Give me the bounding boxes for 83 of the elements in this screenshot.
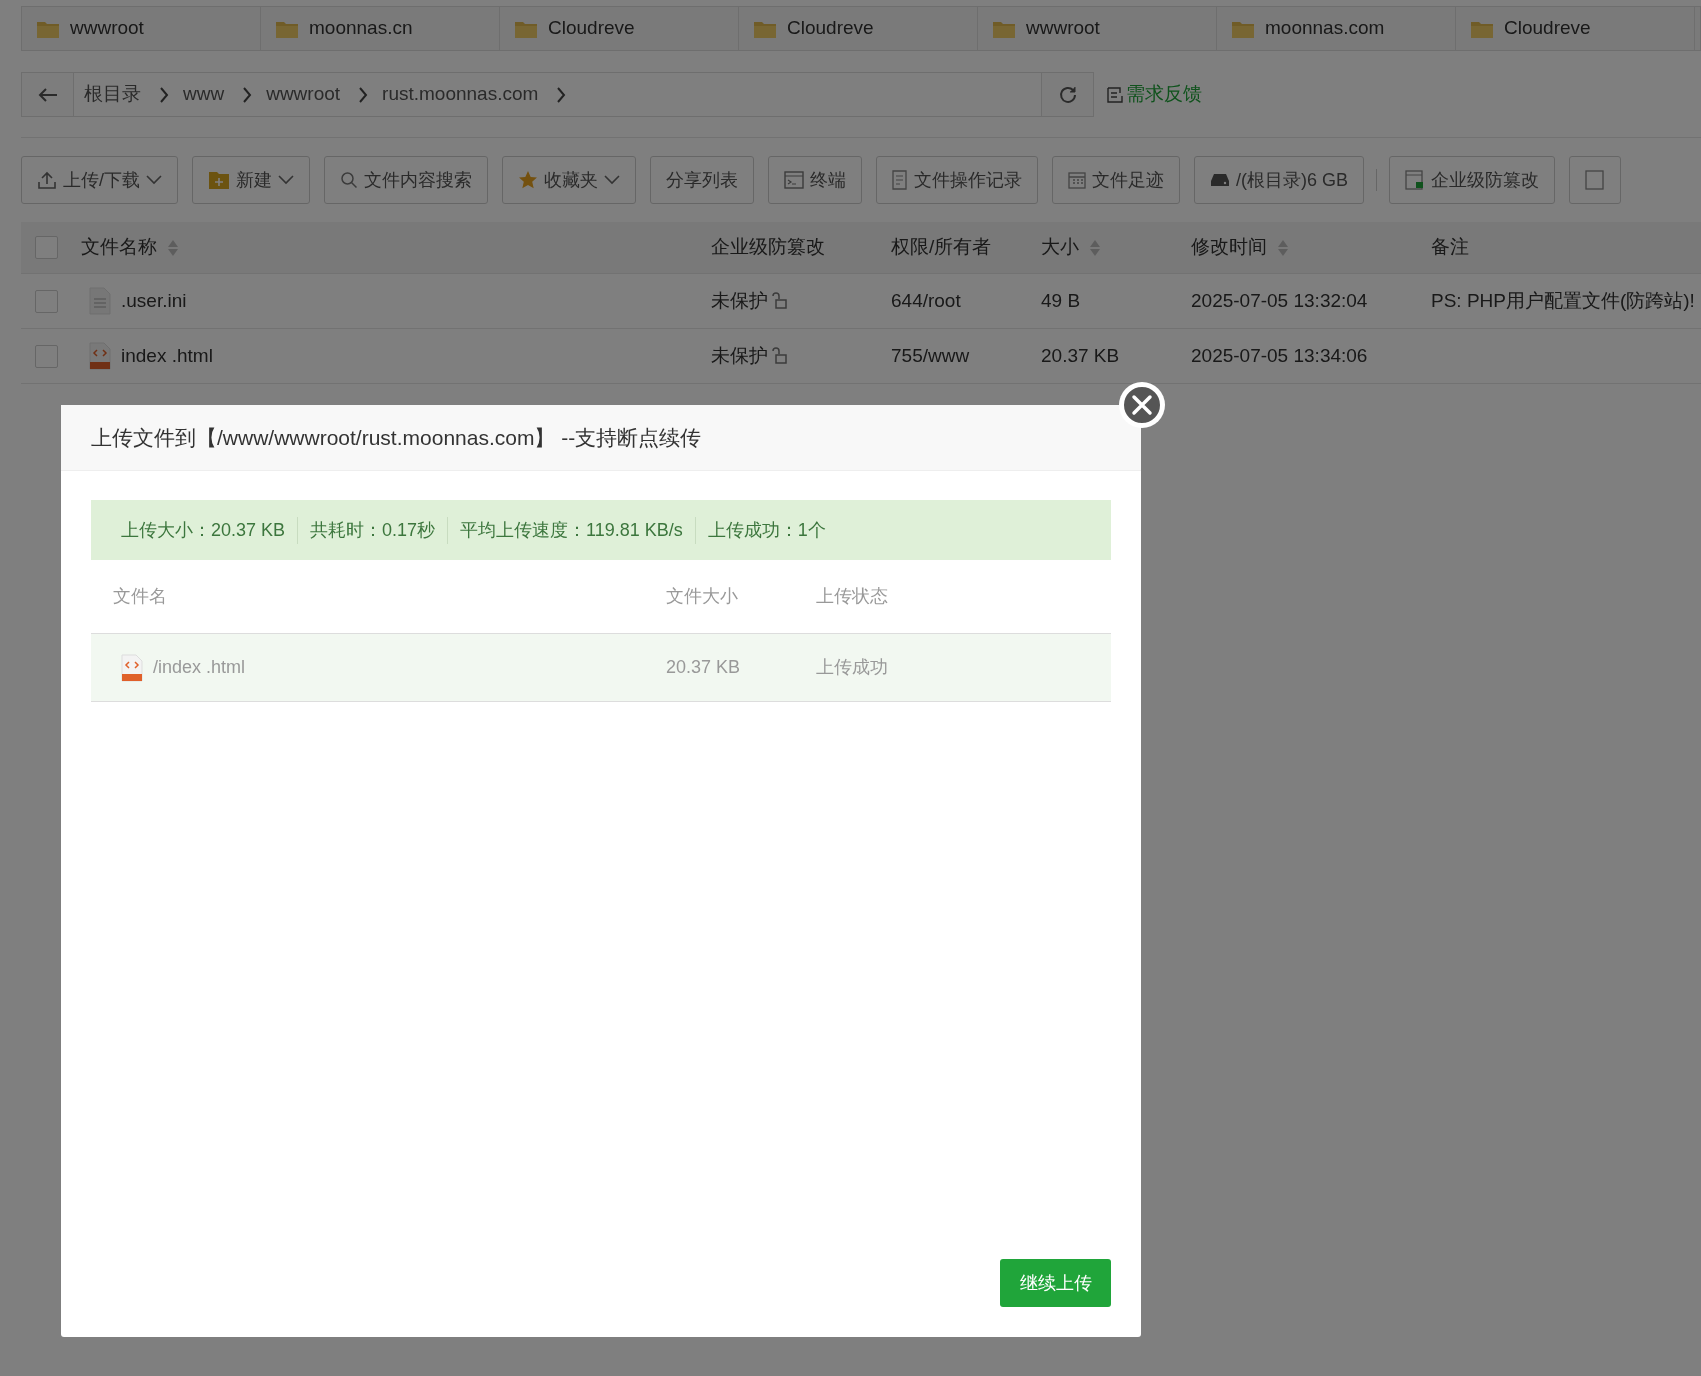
upload-icon [37,170,57,190]
column-header[interactable]: 权限/所有者 [891,233,992,262]
table-cell-text: 755/www [891,343,971,368]
edit-icon [1106,85,1124,104]
document-icon [892,170,908,190]
folder-tab[interactable]: Cloudreve [1456,7,1695,50]
checkbox[interactable] [35,344,58,368]
checkbox[interactable] [35,289,58,313]
folder-tab[interactable]: Cloudreve [739,7,978,50]
table-cell-text: 20.37 KB [1041,343,1121,368]
toolbar-button[interactable]: /(根目录)6 GB [1194,156,1365,204]
toolbar-button[interactable]: 企业级防篡改 [1389,156,1556,204]
table-cell-text: 2025-07-05 13:34:06 [1191,343,1369,368]
html-file-icon [121,653,143,682]
back-arrow-icon [37,86,58,103]
star-icon [518,170,538,190]
file-name[interactable]: .user.ini [121,286,187,316]
terminal-icon [784,171,804,189]
close-button[interactable] [1119,382,1165,428]
breadcrumb-link[interactable]: 根目录 [84,80,141,109]
page-icon [1585,170,1606,190]
toolbar-button[interactable]: 文件操作记录 [876,156,1038,204]
table-cell-text: 20.37 KB [666,656,742,679]
folder-tab[interactable]: Cloudreve [500,7,739,50]
summary-text: 上传大小：20.37 KB [121,518,287,542]
folder-tab[interactable]: moonnas.com [1217,7,1456,50]
toolbar-button[interactable]: 终端 [768,156,862,204]
chevron-icon [242,86,253,103]
feedback-link[interactable]: 需求反馈 [1126,80,1202,109]
table-cell-text: 644/root [891,288,962,313]
refresh-icon [1057,84,1078,105]
toolbar-button[interactable]: 文件足迹 [1052,156,1180,204]
toolbar-button[interactable]: 上传/下载 [21,156,178,204]
caret-icon [278,175,294,185]
breadcrumb-link[interactable]: rust.moonnas.com [382,80,539,109]
continue-upload-button[interactable]: 继续上传 [1000,1259,1111,1307]
column-header[interactable]: 备注 [1431,233,1469,262]
folder-plus-icon [208,170,230,190]
column-header[interactable]: 文件名称 [81,233,157,262]
text-file-icon [89,287,111,315]
table-cell-text: 49 B [1041,288,1082,313]
unlock-icon [770,292,788,310]
sort-icon [1089,238,1101,257]
chevron-icon [358,86,369,103]
protection-status: 未保护 [711,343,768,368]
column-header[interactable]: 修改时间 [1191,233,1267,262]
summary-text: 上传成功：1个 [694,516,838,544]
chevron-icon [159,86,169,103]
chevron-icon [556,86,567,103]
breadcrumb-link[interactable]: www [183,80,225,109]
folder-tab[interactable]: wwwroot [22,7,261,50]
file-name[interactable]: index .html [121,341,213,371]
toolbar-button[interactable]: 收藏夹 [502,156,636,204]
protection-status: 未保护 [711,288,768,313]
toolbar-button[interactable] [1569,156,1622,204]
folder-tab[interactable]: wwwroot [978,7,1217,50]
upload-status: 上传成功 [816,656,889,679]
column-header[interactable]: 大小 [1041,233,1079,262]
folder-tab[interactable]: moonnas.cn [261,7,500,50]
summary-text: 平均上传速度：119.81 KB/s [447,516,695,544]
table-cell-text: 2025-07-05 13:32:04 [1191,288,1369,313]
column-header: 上传状态 [816,585,889,608]
summary-text: 共耗时：0.17秒 [297,516,448,544]
file-name: /index .html [153,656,246,679]
breadcrumb-link[interactable]: wwwroot [266,80,341,109]
checkbox[interactable] [35,236,58,259]
column-header: 文件名 [112,585,168,608]
column-header[interactable]: 企业级防篡改 [711,233,825,262]
search-icon [340,171,358,189]
dialog-title: 上传文件到【/www/wwwroot/rust.moonnas.com】 --支持断点续传 [91,424,702,451]
toolbar-button[interactable]: 分享列表 [650,156,754,204]
calendar-icon [1068,171,1086,189]
sort-icon [1277,238,1289,257]
toolbar-button[interactable]: 新建 [192,156,310,204]
table-cell-text: PS: PHP用户配置文件(防跨站)! [1431,288,1696,313]
caret-icon [604,175,620,185]
unlock-icon [770,347,788,365]
caret-icon [146,175,162,185]
toolbar-button[interactable]: 文件内容搜索 [324,156,488,204]
sort-icon [167,238,179,257]
lock-page-icon [1405,170,1426,190]
html-file-icon [89,342,111,370]
column-header: 文件大小 [666,585,739,608]
